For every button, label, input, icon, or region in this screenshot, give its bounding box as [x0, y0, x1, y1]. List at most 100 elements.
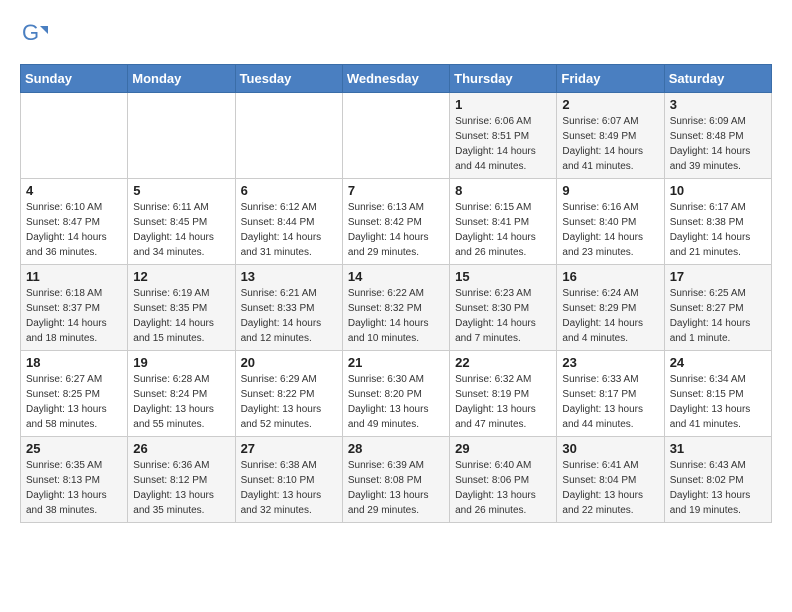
cell-info: Sunrise: 6:36 AM Sunset: 8:12 PM Dayligh…	[133, 458, 229, 518]
weekday-header-tuesday: Tuesday	[235, 65, 342, 93]
weekday-header-saturday: Saturday	[664, 65, 771, 93]
calendar-week-row: 25 Sunrise: 6:35 AM Sunset: 8:13 PM Dayli…	[21, 437, 772, 523]
calendar-week-row: 11 Sunrise: 6:18 AM Sunset: 8:37 PM Dayli…	[21, 265, 772, 351]
calendar-cell: 6 Sunrise: 6:12 AM Sunset: 8:44 PM Daylig…	[235, 179, 342, 265]
cell-info: Sunrise: 6:28 AM Sunset: 8:24 PM Dayligh…	[133, 372, 229, 432]
day-number: 1	[455, 97, 551, 112]
calendar-cell: 16 Sunrise: 6:24 AM Sunset: 8:29 PM Dayli…	[557, 265, 664, 351]
cell-info: Sunrise: 6:32 AM Sunset: 8:19 PM Dayligh…	[455, 372, 551, 432]
logo-icon: G	[20, 20, 48, 48]
weekday-header-sunday: Sunday	[21, 65, 128, 93]
day-number: 9	[562, 183, 658, 198]
calendar-cell: 15 Sunrise: 6:23 AM Sunset: 8:30 PM Dayli…	[450, 265, 557, 351]
calendar-cell: 4Sunrise: 6:10 AM Sunset: 8:47 PM Daylig…	[21, 179, 128, 265]
calendar-cell: 12 Sunrise: 6:19 AM Sunset: 8:35 PM Dayli…	[128, 265, 235, 351]
calendar-cell: 27 Sunrise: 6:38 AM Sunset: 8:10 PM Dayli…	[235, 437, 342, 523]
calendar-cell	[342, 93, 449, 179]
day-number: 29	[455, 441, 551, 456]
weekday-header-friday: Friday	[557, 65, 664, 93]
day-number: 13	[241, 269, 337, 284]
day-number: 8	[455, 183, 551, 198]
cell-info: Sunrise: 6:21 AM Sunset: 8:33 PM Dayligh…	[241, 286, 337, 346]
weekday-header-row: SundayMondayTuesdayWednesdayThursdayFrid…	[21, 65, 772, 93]
calendar-cell: 7 Sunrise: 6:13 AM Sunset: 8:42 PM Daylig…	[342, 179, 449, 265]
calendar-cell: 8 Sunrise: 6:15 AM Sunset: 8:41 PM Daylig…	[450, 179, 557, 265]
day-number: 19	[133, 355, 229, 370]
cell-info: Sunrise: 6:24 AM Sunset: 8:29 PM Dayligh…	[562, 286, 658, 346]
calendar-cell: 24 Sunrise: 6:34 AM Sunset: 8:15 PM Dayli…	[664, 351, 771, 437]
cell-info: Sunrise: 6:18 AM Sunset: 8:37 PM Dayligh…	[26, 286, 122, 346]
weekday-header-thursday: Thursday	[450, 65, 557, 93]
calendar-cell: 1 Sunrise: 6:06 AM Sunset: 8:51 PM Daylig…	[450, 93, 557, 179]
cell-info: Sunrise: 6:16 AM Sunset: 8:40 PM Dayligh…	[562, 200, 658, 260]
day-number: 23	[562, 355, 658, 370]
cell-info: Sunrise: 6:23 AM Sunset: 8:30 PM Dayligh…	[455, 286, 551, 346]
calendar-cell: 18 Sunrise: 6:27 AM Sunset: 8:25 PM Dayli…	[21, 351, 128, 437]
day-number: 12	[133, 269, 229, 284]
cell-info: Sunrise: 6:07 AM Sunset: 8:49 PM Dayligh…	[562, 114, 658, 174]
calendar-week-row: 18 Sunrise: 6:27 AM Sunset: 8:25 PM Dayli…	[21, 351, 772, 437]
calendar-cell	[21, 93, 128, 179]
cell-info: Sunrise: 6:40 AM Sunset: 8:06 PM Dayligh…	[455, 458, 551, 518]
day-number: 21	[348, 355, 444, 370]
cell-info: Sunrise: 6:27 AM Sunset: 8:25 PM Dayligh…	[26, 372, 122, 432]
calendar-cell: 5Sunrise: 6:11 AM Sunset: 8:45 PM Daylig…	[128, 179, 235, 265]
cell-info: Sunrise: 6:15 AM Sunset: 8:41 PM Dayligh…	[455, 200, 551, 260]
logo: G	[20, 20, 52, 48]
calendar-cell: 2 Sunrise: 6:07 AM Sunset: 8:49 PM Daylig…	[557, 93, 664, 179]
cell-info: Sunrise: 6:39 AM Sunset: 8:08 PM Dayligh…	[348, 458, 444, 518]
calendar-cell: 31Sunrise: 6:43 AM Sunset: 8:02 PM Dayli…	[664, 437, 771, 523]
calendar-cell: 14 Sunrise: 6:22 AM Sunset: 8:32 PM Dayli…	[342, 265, 449, 351]
weekday-header-monday: Monday	[128, 65, 235, 93]
day-number: 20	[241, 355, 337, 370]
day-number: 14	[348, 269, 444, 284]
calendar-table: SundayMondayTuesdayWednesdayThursdayFrid…	[20, 64, 772, 523]
calendar-cell: 25 Sunrise: 6:35 AM Sunset: 8:13 PM Dayli…	[21, 437, 128, 523]
day-number: 25	[26, 441, 122, 456]
day-number: 10	[670, 183, 766, 198]
day-number: 18	[26, 355, 122, 370]
day-number: 6	[241, 183, 337, 198]
cell-info: Sunrise: 6:06 AM Sunset: 8:51 PM Dayligh…	[455, 114, 551, 174]
cell-info: Sunrise: 6:17 AM Sunset: 8:38 PM Dayligh…	[670, 200, 766, 260]
day-number: 5	[133, 183, 229, 198]
calendar-cell: 13 Sunrise: 6:21 AM Sunset: 8:33 PM Dayli…	[235, 265, 342, 351]
day-number: 17	[670, 269, 766, 284]
day-number: 22	[455, 355, 551, 370]
cell-info: Sunrise: 6:13 AM Sunset: 8:42 PM Dayligh…	[348, 200, 444, 260]
cell-info: Sunrise: 6:22 AM Sunset: 8:32 PM Dayligh…	[348, 286, 444, 346]
day-number: 24	[670, 355, 766, 370]
calendar-cell: 19 Sunrise: 6:28 AM Sunset: 8:24 PM Dayli…	[128, 351, 235, 437]
calendar-cell: 26Sunrise: 6:36 AM Sunset: 8:12 PM Dayli…	[128, 437, 235, 523]
cell-info: Sunrise: 6:10 AM Sunset: 8:47 PM Dayligh…	[26, 200, 122, 260]
day-number: 15	[455, 269, 551, 284]
cell-info: Sunrise: 6:35 AM Sunset: 8:13 PM Dayligh…	[26, 458, 122, 518]
cell-info: Sunrise: 6:41 AM Sunset: 8:04 PM Dayligh…	[562, 458, 658, 518]
cell-info: Sunrise: 6:25 AM Sunset: 8:27 PM Dayligh…	[670, 286, 766, 346]
cell-info: Sunrise: 6:29 AM Sunset: 8:22 PM Dayligh…	[241, 372, 337, 432]
day-number: 16	[562, 269, 658, 284]
cell-info: Sunrise: 6:19 AM Sunset: 8:35 PM Dayligh…	[133, 286, 229, 346]
calendar-cell: 21Sunrise: 6:30 AM Sunset: 8:20 PM Dayli…	[342, 351, 449, 437]
day-number: 7	[348, 183, 444, 198]
calendar-cell: 11 Sunrise: 6:18 AM Sunset: 8:37 PM Dayli…	[21, 265, 128, 351]
day-number: 3	[670, 97, 766, 112]
cell-info: Sunrise: 6:34 AM Sunset: 8:15 PM Dayligh…	[670, 372, 766, 432]
weekday-header-wednesday: Wednesday	[342, 65, 449, 93]
calendar-cell	[128, 93, 235, 179]
svg-text:G: G	[22, 20, 39, 45]
day-number: 27	[241, 441, 337, 456]
cell-info: Sunrise: 6:33 AM Sunset: 8:17 PM Dayligh…	[562, 372, 658, 432]
calendar-cell: 29 Sunrise: 6:40 AM Sunset: 8:06 PM Dayli…	[450, 437, 557, 523]
day-number: 2	[562, 97, 658, 112]
cell-info: Sunrise: 6:38 AM Sunset: 8:10 PM Dayligh…	[241, 458, 337, 518]
day-number: 11	[26, 269, 122, 284]
day-number: 30	[562, 441, 658, 456]
calendar-cell: 28Sunrise: 6:39 AM Sunset: 8:08 PM Dayli…	[342, 437, 449, 523]
calendar-cell: 30 Sunrise: 6:41 AM Sunset: 8:04 PM Dayli…	[557, 437, 664, 523]
cell-info: Sunrise: 6:43 AM Sunset: 8:02 PM Dayligh…	[670, 458, 766, 518]
cell-info: Sunrise: 6:12 AM Sunset: 8:44 PM Dayligh…	[241, 200, 337, 260]
calendar-week-row: 1 Sunrise: 6:06 AM Sunset: 8:51 PM Daylig…	[21, 93, 772, 179]
calendar-cell: 22 Sunrise: 6:32 AM Sunset: 8:19 PM Dayli…	[450, 351, 557, 437]
page-header: G	[20, 20, 772, 48]
